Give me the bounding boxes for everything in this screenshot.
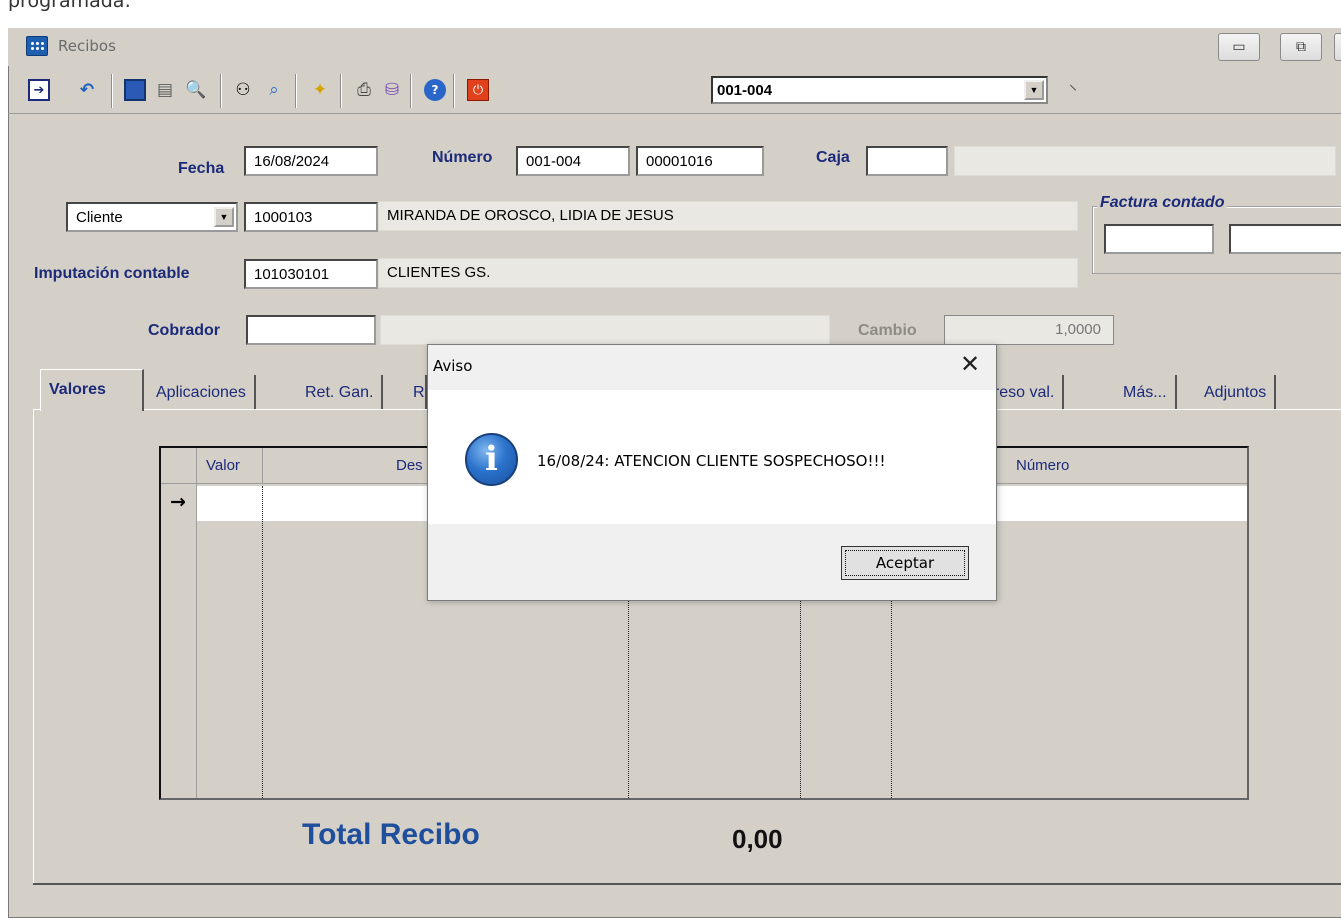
total-label: Total Recibo [302,818,480,851]
column-header-valor[interactable]: Valor [206,457,240,474]
grid-divider [800,600,801,798]
toolbar-separator [340,74,342,108]
tab-ret-gan[interactable]: Ret. Gan. [297,375,384,409]
caja-label: Caja [816,149,850,166]
close-window-button[interactable] [1334,33,1341,61]
copy-icon[interactable]: ▤ [154,79,176,101]
row-indicator-icon: → [170,491,186,513]
tab-adjuntos[interactable]: Adjuntos [1196,375,1277,409]
factura-field-2[interactable] [1229,224,1341,254]
toolbar-separator [453,74,455,108]
numero-serie-field[interactable]: 001-004 [516,146,630,176]
cliente-name: MIRANDA DE OROSCO, LIDIA DE JESUS [378,201,1078,231]
fecha-field[interactable]: 16/08/2024 [244,146,378,176]
dialog-title: Aviso [433,357,473,375]
new-record-icon[interactable]: ✦ [309,79,331,101]
caja-field[interactable] [866,146,948,176]
cambio-field: 1,0000 [944,315,1114,345]
chevron-down-icon[interactable]: ▼ [1024,80,1044,100]
help-icon[interactable]: ? [424,79,446,101]
cliente-code-field[interactable]: 1000103 [244,202,378,232]
window-title: Recibos [58,37,116,55]
search-icon[interactable]: ⌕ [263,79,285,101]
total-value: 0,00 [732,824,783,854]
title-bar [8,28,1341,66]
cobrador-description [380,315,830,345]
tipo-select-value: Cliente [76,209,123,226]
grid-divider [628,600,629,798]
info-icon: i [465,433,518,486]
chevron-down-icon[interactable]: ▼ [214,207,234,227]
caja-description [954,146,1336,176]
tab-r[interactable]: R [405,375,427,409]
printer-icon[interactable]: ⎙ [353,79,375,101]
toolbar [8,68,1341,114]
close-icon[interactable]: ✕ [955,349,985,379]
app-icon [26,36,48,56]
numero-field[interactable]: 00001016 [636,146,764,176]
imputacion-code-field[interactable]: 101030101 [244,259,378,289]
tab-valores[interactable]: Valores [40,369,144,411]
cobrador-field[interactable] [246,315,376,345]
tool-icon[interactable]: ⸌ [1062,79,1084,101]
tab-aplicaciones[interactable]: Aplicaciones [148,375,256,409]
find-icon[interactable]: ⚇ [232,79,254,101]
factura-field-1[interactable] [1104,224,1214,254]
fecha-label: Fecha [178,160,225,177]
factura-contado-label: Factura contado [1097,194,1228,212]
toolbar-separator [410,74,412,108]
bottom-divider [33,883,1341,885]
tab-mas[interactable]: Más... [1115,375,1177,409]
numero-label: Número [432,149,493,166]
column-header-descripcion[interactable]: Des [396,457,423,474]
grid-divider [262,448,263,484]
caption-text: programada: [8,0,131,12]
cambio-label: Cambio [858,322,917,339]
toolbar-separator [111,74,113,108]
grid-divider [891,600,892,798]
print-setup-icon[interactable]: ⛁ [381,79,403,101]
imputacion-label: Imputación contable [34,265,190,282]
series-select[interactable]: 001-004 ▼ [711,76,1048,104]
grid-divider [196,448,197,798]
print-preview-icon[interactable]: 🔍 [185,79,207,101]
tipo-select[interactable]: Cliente ▼ [66,202,238,232]
column-header-numero[interactable]: Número [1016,457,1069,474]
cobrador-label: Cobrador [148,322,220,339]
aceptar-label: Aceptar [845,550,965,576]
save-icon[interactable] [124,79,146,101]
minimize-button[interactable]: ▭ [1218,33,1260,61]
toolbar-separator [295,74,297,108]
imputacion-name: CLIENTES GS. [378,258,1078,288]
grid-divider [262,486,263,798]
restore-button[interactable]: ⧉ [1280,33,1322,61]
aceptar-button[interactable]: Aceptar [841,546,969,580]
enter-icon[interactable]: ➔ [28,79,50,101]
series-select-value: 001-004 [717,82,773,99]
toolbar-separator [220,74,222,108]
power-icon[interactable]: ⏻ [467,79,489,101]
dialog-message: 16/08/24: ATENCION CLIENTE SOSPECHOSO!!! [537,452,886,470]
undo-icon[interactable]: ↶ [76,79,98,101]
